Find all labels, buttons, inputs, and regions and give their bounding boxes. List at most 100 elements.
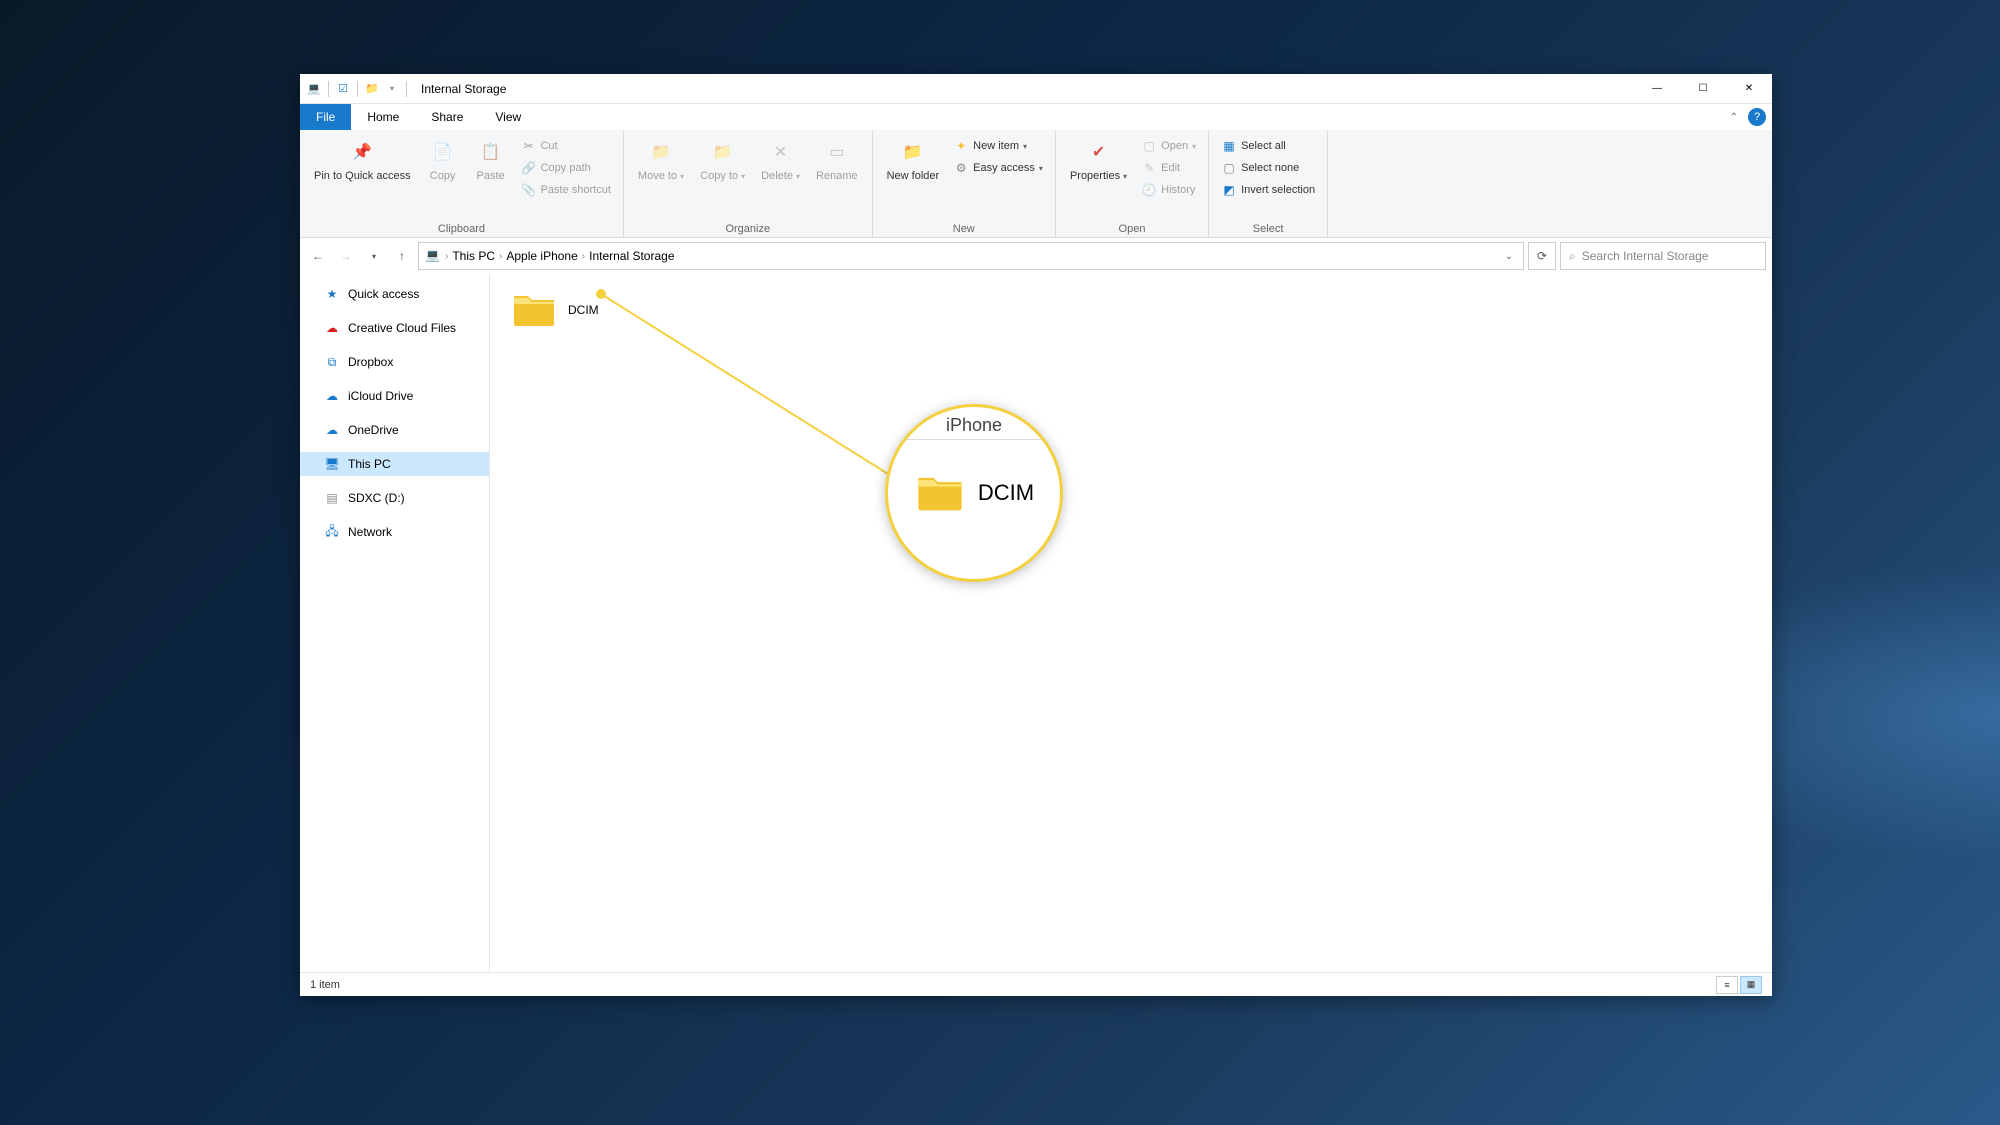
qa-dropdown-icon[interactable]: ▾	[384, 81, 400, 97]
tab-home[interactable]: Home	[351, 104, 415, 130]
dropbox-icon: ⧉	[324, 354, 340, 370]
select-group-label: Select	[1217, 221, 1319, 235]
tab-file[interactable]: File	[300, 104, 351, 130]
device-path-icon: 💻	[425, 248, 441, 264]
minimize-button[interactable]: —	[1634, 74, 1680, 104]
easy-access-icon: ⚙	[953, 160, 969, 176]
paste-button[interactable]: 📋 Paste	[469, 134, 513, 185]
ribbon-group-select: ▦Select all ▢ Select none ◩Invert selecti…	[1209, 130, 1328, 237]
device-icon: 💻	[306, 81, 322, 97]
sidebar-network[interactable]: 🖧Network	[300, 520, 489, 544]
creative-cloud-icon: ☁	[324, 320, 340, 336]
pin-quick-access-button[interactable]: 📌 Pin to Quick access	[308, 134, 417, 185]
window-title: Internal Storage	[421, 82, 506, 96]
search-box[interactable]: ⌕	[1560, 242, 1766, 270]
copy-button[interactable]: 📄 Copy	[421, 134, 465, 185]
properties-button[interactable]: ✔ Properties ▾	[1064, 134, 1133, 185]
magnifier-label: DCIM	[978, 480, 1034, 506]
refresh-button[interactable]: ⟳	[1528, 242, 1556, 270]
window-controls: — ☐ ✕	[1634, 74, 1772, 104]
breadcrumb-internal-storage[interactable]: Internal Storage	[589, 249, 674, 263]
crumb-label: This PC	[452, 249, 495, 263]
folder-icon: 📁	[364, 81, 380, 97]
back-button[interactable]: ←	[306, 244, 330, 268]
new-item-label: New item	[973, 140, 1019, 152]
folder-label: DCIM	[568, 303, 599, 317]
folder-dcim[interactable]: DCIM	[510, 286, 599, 334]
easy-access-label: Easy access	[973, 162, 1035, 174]
history-button[interactable]: 🕘History	[1137, 180, 1200, 200]
tab-view[interactable]: View	[479, 104, 537, 130]
sidebar-dropbox[interactable]: ⧉ Dropbox	[300, 350, 489, 374]
large-icons-view-button[interactable]: ▦	[1740, 976, 1762, 994]
ribbon-group-open: ✔ Properties ▾ ▢Open ▾ ✎Edit 🕘History Op…	[1056, 130, 1209, 237]
magnifier-divider	[900, 439, 1048, 440]
cut-button[interactable]: ✂Cut	[517, 136, 615, 156]
edit-button[interactable]: ✎Edit	[1137, 158, 1200, 178]
content-pane[interactable]: DCIM iPhone DCIM	[490, 274, 1772, 972]
select-all-button[interactable]: ▦Select all	[1217, 136, 1319, 156]
sidebar-sdxc[interactable]: ▤SDXC (D:)	[300, 486, 489, 510]
sidebar-icloud[interactable]: ☁iCloud Drive	[300, 384, 489, 408]
tab-share[interactable]: Share	[415, 104, 479, 130]
up-button[interactable]: ↑	[390, 244, 414, 268]
sidebar-label: OneDrive	[348, 423, 399, 437]
ribbon-group-organize: 📁 Move to ▾ 📁 Copy to ▾ ✕ Delete ▾ ▭ Ren…	[624, 130, 873, 237]
rename-button[interactable]: ▭ Rename	[810, 134, 864, 185]
sidebar-quick-access[interactable]: ★Quick access	[300, 282, 489, 306]
properties-label: Properties	[1070, 170, 1120, 182]
sidebar-onedrive[interactable]: ☁OneDrive	[300, 418, 489, 442]
move-to-button[interactable]: 📁 Move to ▾	[632, 134, 690, 185]
new-item-button[interactable]: ✦New item ▾	[949, 136, 1047, 156]
details-view-button[interactable]: ≡	[1716, 976, 1738, 994]
clipboard-group-label: Clipboard	[308, 221, 615, 235]
copy-to-button[interactable]: 📁 Copy to ▾	[694, 134, 751, 185]
sidebar-this-pc[interactable]: 🖥This PC	[300, 452, 489, 476]
cut-icon: ✂	[521, 138, 537, 154]
select-all-icon: ▦	[1221, 138, 1237, 154]
copy-path-icon: 🔗	[521, 160, 537, 176]
select-none-icon: ▢	[1221, 160, 1237, 176]
select-none-label: Select none	[1241, 162, 1299, 174]
sidebar-label: Dropbox	[348, 355, 393, 369]
sidebar-label: Quick access	[348, 287, 419, 301]
sidebar-label: Creative Cloud Files	[348, 321, 456, 335]
search-input[interactable]	[1582, 249, 1757, 263]
sidebar-creative-cloud[interactable]: ☁ Creative Cloud Files	[300, 316, 489, 340]
breadcrumb-this-pc[interactable]: This PC	[452, 249, 495, 263]
paste-shortcut-button[interactable]: 📎Paste shortcut	[517, 180, 615, 200]
icloud-icon: ☁	[324, 388, 340, 404]
folder-icon	[914, 467, 966, 519]
forward-button[interactable]: →	[334, 244, 358, 268]
copy-path-button[interactable]: 🔗Copy path	[517, 158, 615, 178]
close-button[interactable]: ✕	[1726, 74, 1772, 104]
new-item-icon: ✦	[953, 138, 969, 154]
select-none-button[interactable]: ▢ Select none	[1217, 158, 1319, 178]
easy-access-button[interactable]: ⚙Easy access ▾	[949, 158, 1047, 178]
delete-button[interactable]: ✕ Delete ▾	[755, 134, 806, 185]
chevron-right-icon[interactable]: ›	[582, 251, 585, 262]
address-bar[interactable]: 💻 › This PC › Apple iPhone › Internal St…	[418, 242, 1524, 270]
open-button[interactable]: ▢Open ▾	[1137, 136, 1200, 156]
breadcrumb-apple-iphone[interactable]: Apple iPhone	[506, 249, 577, 263]
maximize-button[interactable]: ☐	[1680, 74, 1726, 104]
file-explorer-window: 💻 ☑ 📁 ▾ Internal Storage — ☐ ✕ File Home…	[300, 74, 1772, 996]
chevron-right-icon[interactable]: ›	[445, 251, 448, 262]
help-icon[interactable]: ?	[1748, 108, 1766, 126]
ribbon-group-clipboard: 📌 Pin to Quick access 📄 Copy 📋 Paste ✂Cu…	[300, 130, 624, 237]
copy-to-icon: 📁	[707, 136, 739, 168]
navigation-pane[interactable]: ★Quick access ☁ Creative Cloud Files ⧉ Dro…	[300, 274, 490, 972]
invert-selection-button[interactable]: ◩Invert selection	[1217, 180, 1319, 200]
properties-qa-icon[interactable]: ☑	[335, 81, 351, 97]
new-folder-button[interactable]: 📁 New folder	[881, 134, 946, 185]
new-group-label: New	[881, 221, 1047, 235]
address-dropdown-icon[interactable]: ⌄	[1501, 251, 1517, 262]
paste-shortcut-icon: 📎	[521, 182, 537, 198]
sd-card-icon: ▤	[324, 490, 340, 506]
recent-locations-button[interactable]: ▾	[362, 244, 386, 268]
collapse-ribbon-icon[interactable]: ⌃	[1726, 108, 1742, 127]
paste-icon: 📋	[475, 136, 507, 168]
paste-label: Paste	[477, 170, 505, 183]
invert-selection-label: Invert selection	[1241, 184, 1315, 196]
chevron-right-icon[interactable]: ›	[499, 251, 502, 262]
